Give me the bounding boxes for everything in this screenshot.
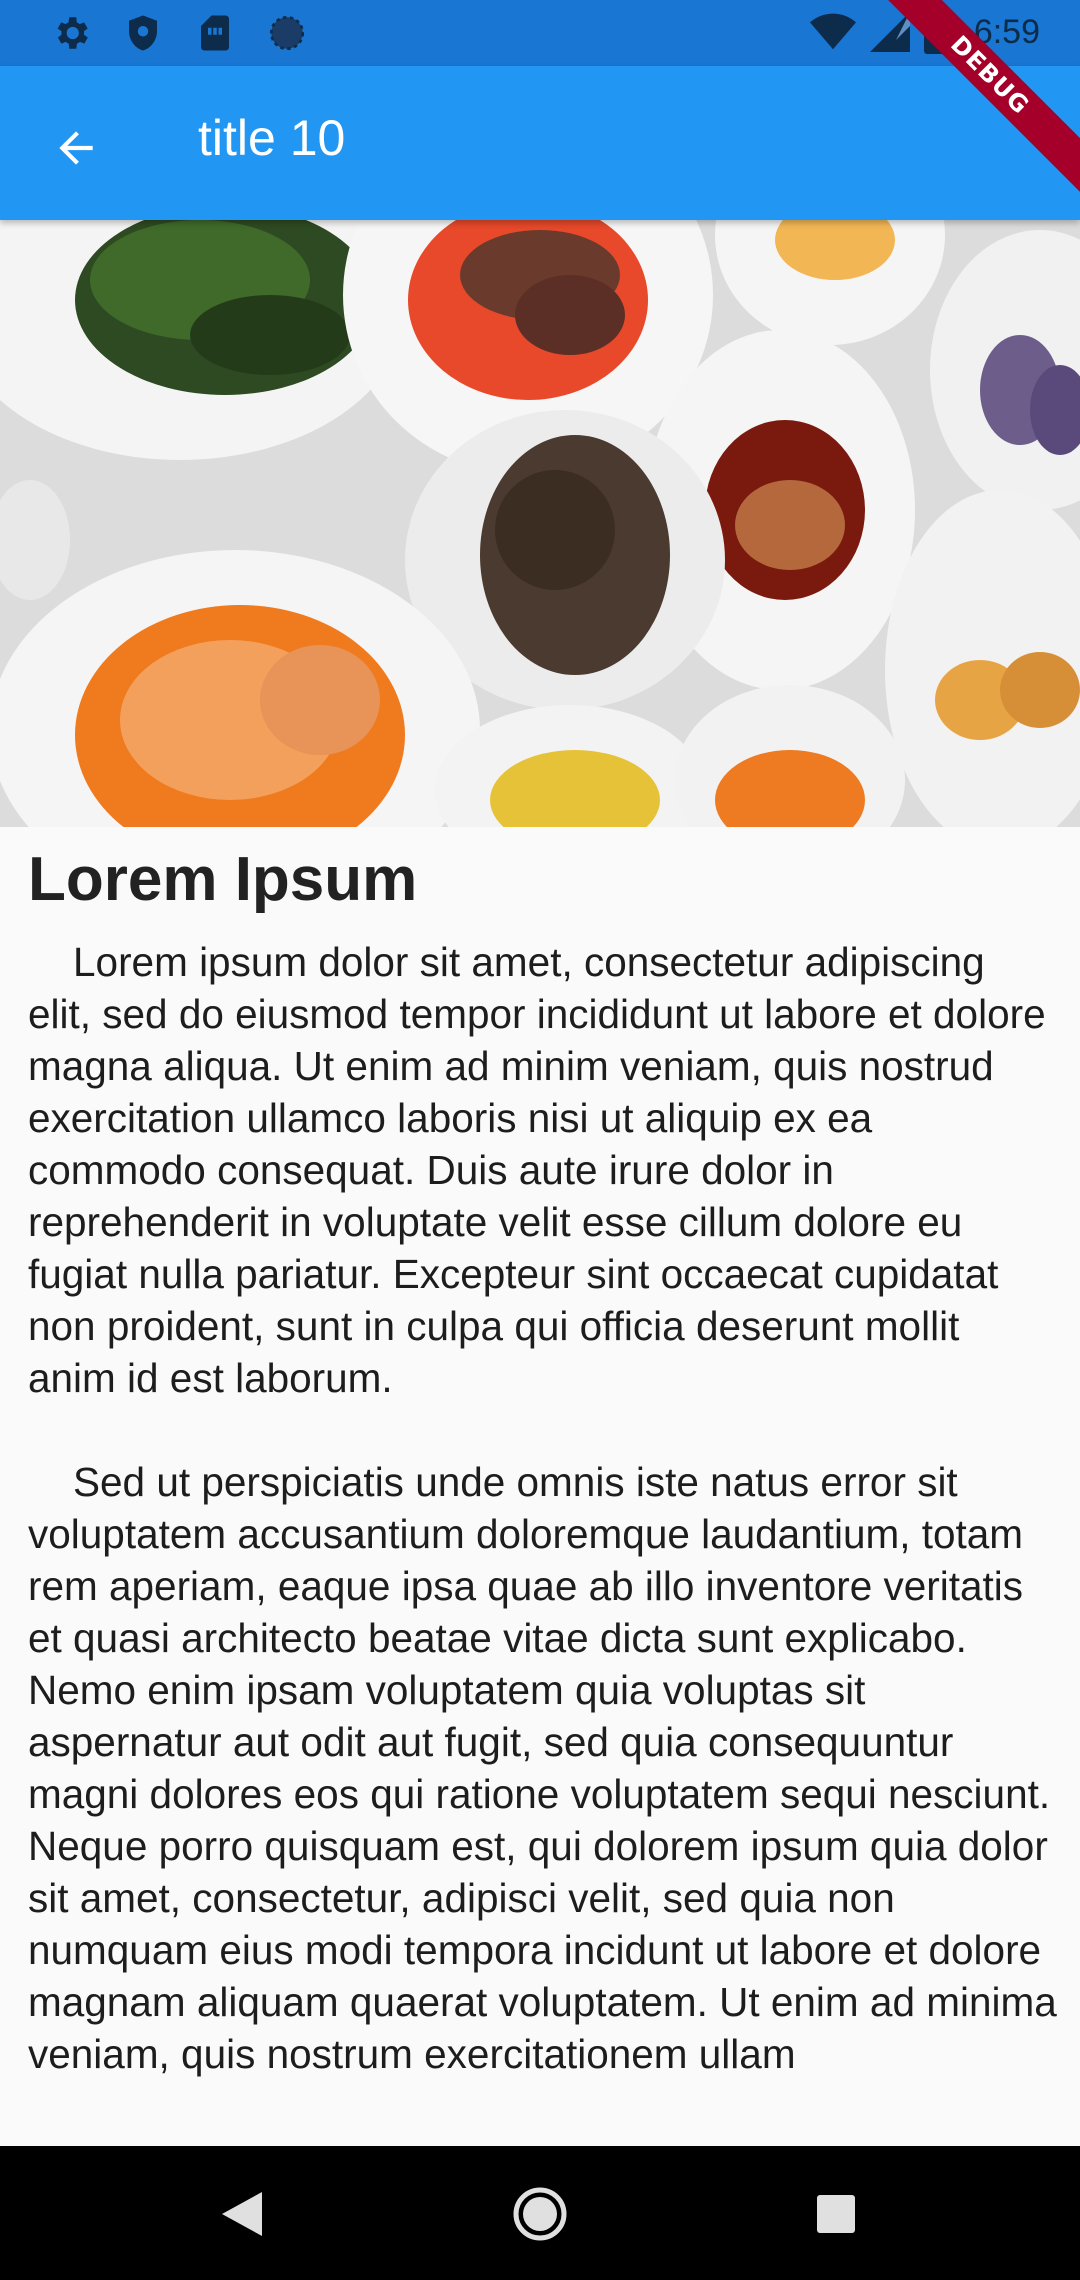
nav-recents-button[interactable] xyxy=(794,2172,878,2256)
shield-icon xyxy=(129,15,157,51)
sim-card-icon xyxy=(201,15,229,51)
article-title: Lorem Ipsum xyxy=(28,845,418,914)
article-paragraph: Sed ut perspiciatis unde omnis iste natu… xyxy=(28,1459,1069,2077)
article-paragraph: Lorem ipsum dolor sit amet, consectetur … xyxy=(28,939,1057,1401)
screen: 6:59 title 10 DEBUG Lorem Ipsum Lorem ip… xyxy=(0,0,1080,2280)
nav-back-button[interactable] xyxy=(200,2172,284,2256)
arrow-back-icon xyxy=(59,131,93,165)
app-bar: title 10 xyxy=(0,66,1080,220)
nav-recents-icon xyxy=(817,2195,855,2233)
circle-icon xyxy=(269,15,305,51)
status-icons-left xyxy=(50,12,308,54)
nav-home-icon xyxy=(513,2187,567,2241)
food-plates-image xyxy=(0,220,1080,827)
back-button[interactable] xyxy=(28,100,124,196)
article: Lorem Ipsum Lorem ipsum dolor sit amet, … xyxy=(28,827,1058,2080)
wifi-icon xyxy=(809,13,856,50)
nav-back-icon xyxy=(222,2192,262,2236)
hero-image xyxy=(0,220,1080,827)
app-title: title 10 xyxy=(198,110,346,166)
cell-signal-icon xyxy=(869,12,910,52)
settings-icon xyxy=(57,17,88,49)
navigation-bar xyxy=(0,2146,1080,2280)
nav-home-button[interactable] xyxy=(498,2172,582,2256)
